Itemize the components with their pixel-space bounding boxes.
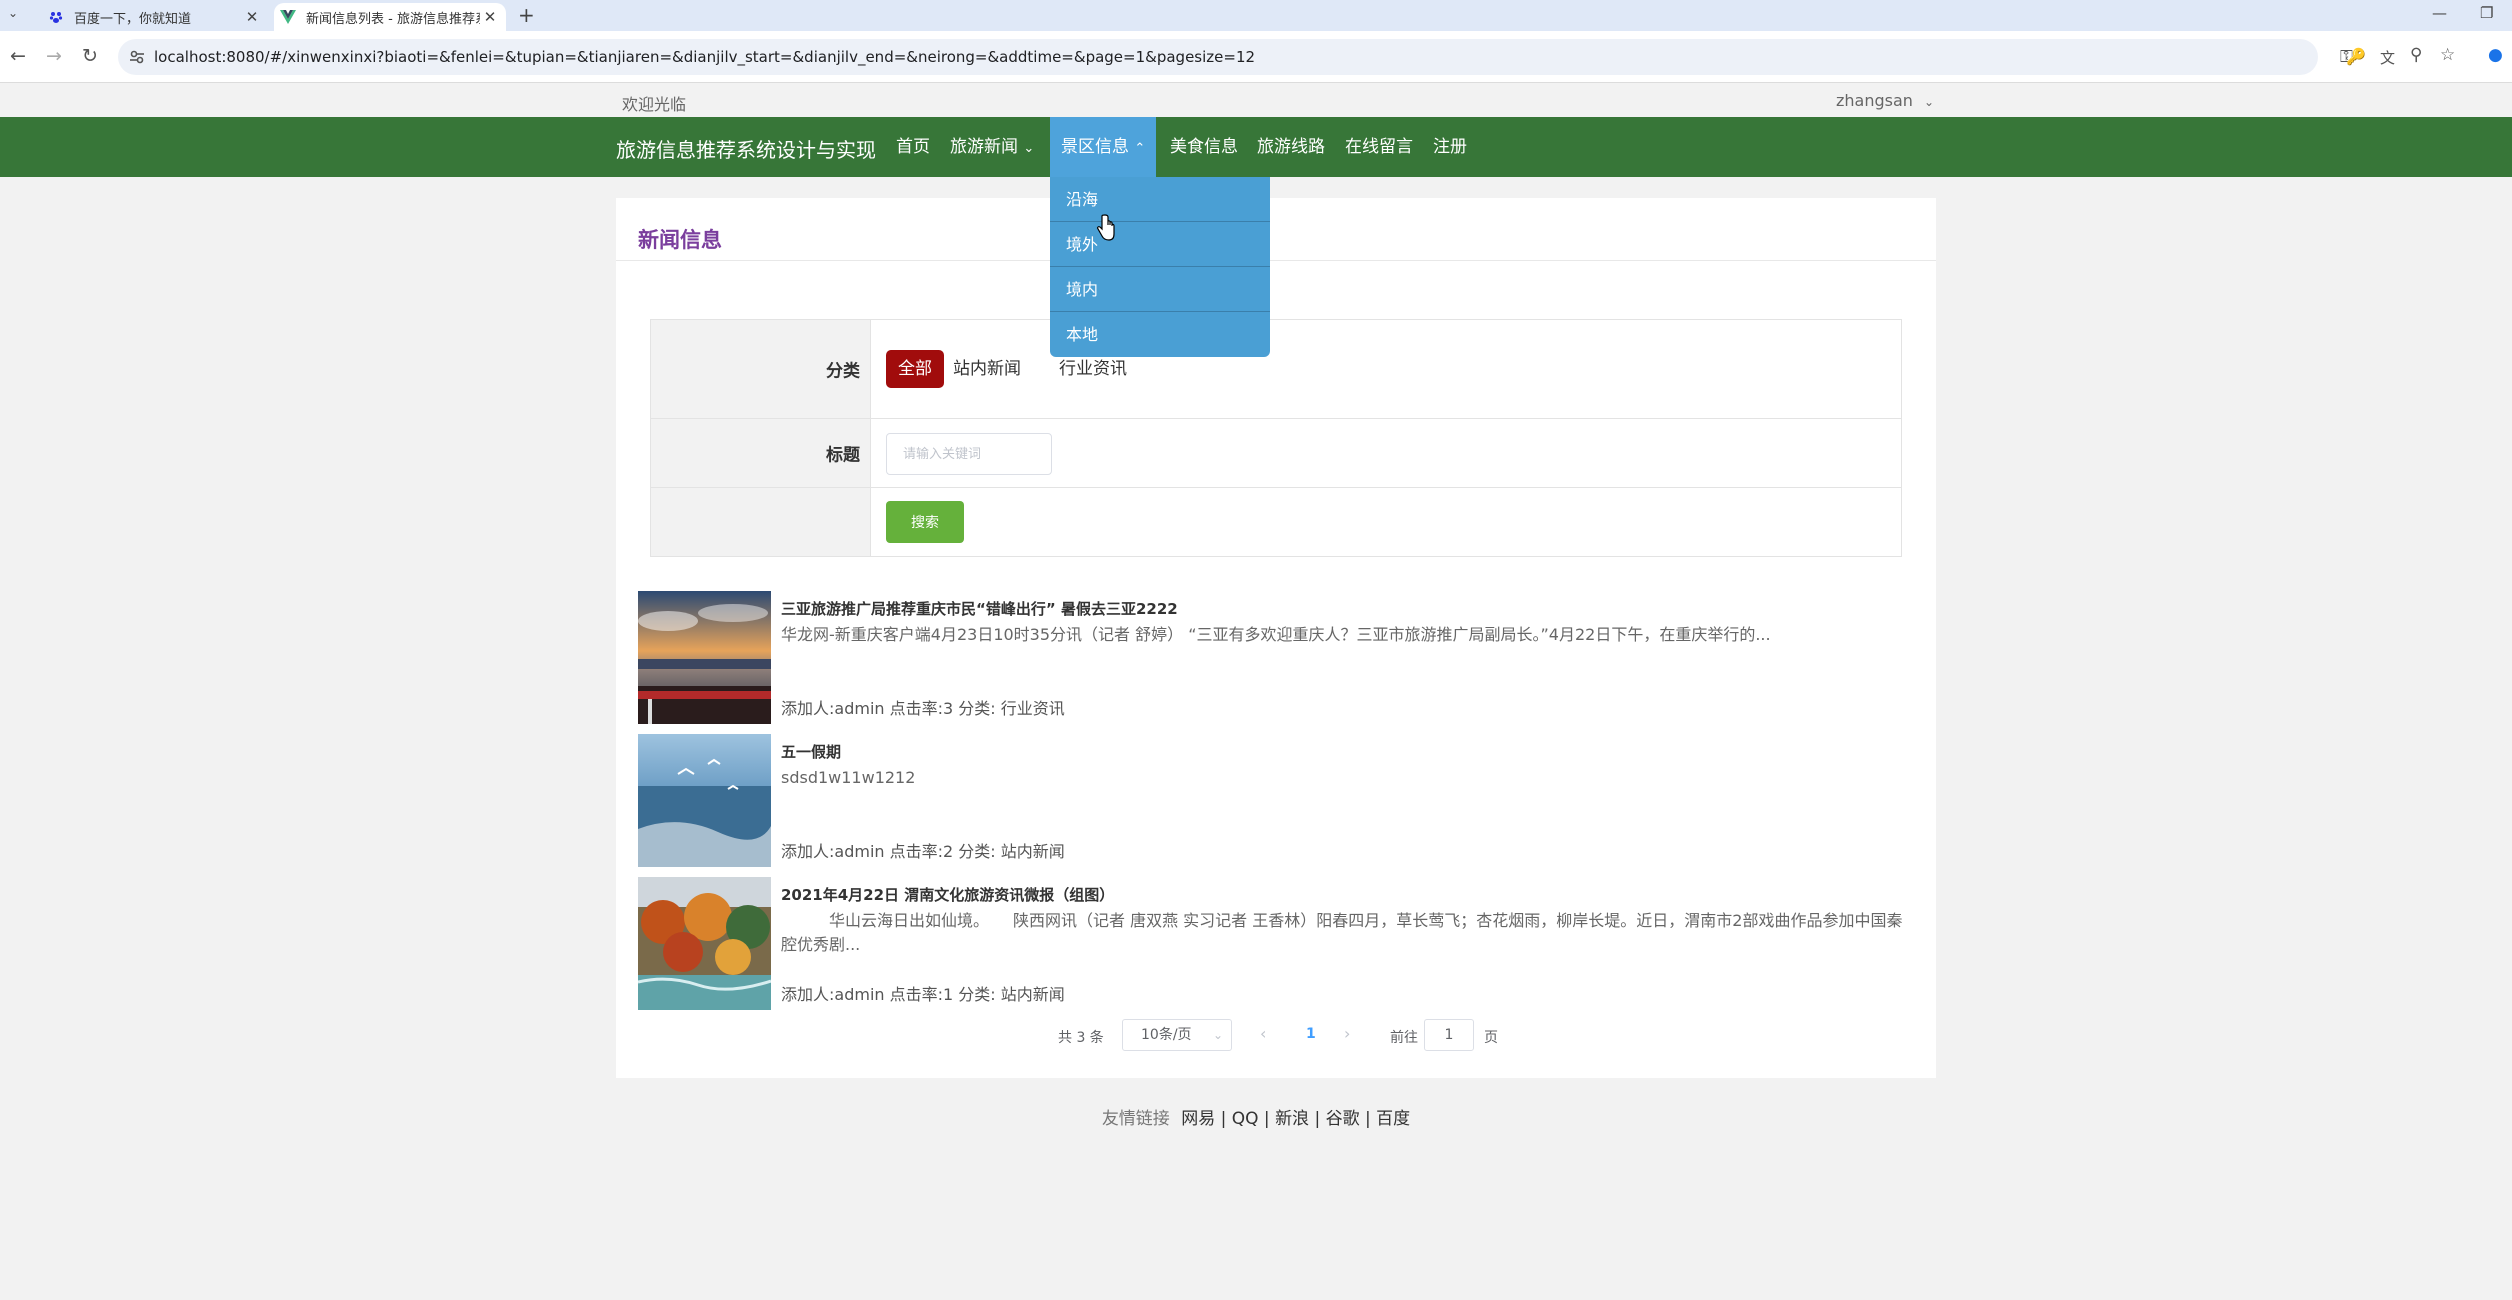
- search-row: 搜索: [651, 488, 1901, 556]
- baidu-paw-icon: [48, 9, 64, 25]
- nav-food-info[interactable]: 美食信息: [1170, 117, 1238, 177]
- category-site-news[interactable]: 站内新闻: [941, 350, 1033, 388]
- current-page[interactable]: 1: [1306, 1026, 1316, 1042]
- footer-link-qq[interactable]: QQ: [1232, 1109, 1259, 1129]
- news-panel: 新闻信息 分类 全部 站内新闻 行业资讯 标题 搜索: [616, 198, 1936, 1078]
- dropdown-item-overseas[interactable]: 境外: [1050, 222, 1270, 267]
- pagination-total: 共 3 条: [1058, 1030, 1104, 1046]
- page-size-value: 10条/页: [1141, 1027, 1192, 1043]
- chevron-down-icon: ⌄: [1212, 1028, 1223, 1042]
- pagination: 共 3 条 10条/页 ⌄ ‹ 1 › 前往 1 页: [616, 1019, 1936, 1051]
- site-top-strip: 欢迎光临 zhangsan ⌄: [0, 83, 2512, 117]
- reload-icon[interactable]: ↻: [82, 45, 98, 67]
- search-filter-table: 分类 全部 站内新闻 行业资讯 标题 搜索: [650, 319, 1902, 557]
- news-title[interactable]: 2021年4月22日 渭南文化旅游资讯微报（组图）: [781, 884, 1114, 905]
- url-text: localhost:8080/#/xinwenxinxi?biaoti=&fen…: [154, 48, 1256, 66]
- dropdown-item-domestic[interactable]: 境内: [1050, 267, 1270, 312]
- nav-scenic-info[interactable]: 景区信息 ⌃: [1050, 117, 1157, 177]
- nav-home[interactable]: 首页: [896, 117, 930, 177]
- news-thumbnail[interactable]: [638, 877, 771, 1010]
- nav-travel-news[interactable]: 旅游新闻 ⌄: [950, 117, 1034, 177]
- news-item[interactable]: 五一假期 sdsd1w11w1212 添加人:admin 点击率:2 分类: 站…: [638, 734, 1938, 867]
- tab-title: 百度一下，你就知道: [74, 11, 192, 27]
- footer-link-baidu[interactable]: 百度: [1376, 1109, 1410, 1129]
- hand-cursor-icon: [1096, 214, 1115, 241]
- username-label: zhangsan: [1836, 91, 1913, 110]
- news-summary: 华山云海日出如仙境。 陕西网讯（记者 唐双燕 实习记者 王香林）阳春四月，草长莺…: [781, 911, 1903, 954]
- restore-icon[interactable]: ❐: [2480, 4, 2493, 22]
- footer-link-google[interactable]: 谷歌: [1326, 1109, 1360, 1129]
- goto-label: 前往: [1390, 1030, 1418, 1046]
- news-item[interactable]: 三亚旅游推广局推荐重庆市民“错峰出行” 暑假去三亚2222 华龙网-新重庆客户端…: [638, 591, 1938, 724]
- empty-label-cell: [651, 488, 871, 556]
- new-tab-icon[interactable]: +: [518, 3, 535, 27]
- next-page-icon[interactable]: ›: [1344, 1024, 1350, 1043]
- site-brand[interactable]: 旅游信息推荐系统设计与实现: [616, 134, 876, 163]
- address-bar[interactable]: localhost:8080/#/xinwenxinxi?biaoti=&fen…: [118, 39, 2353, 75]
- news-thumbnail[interactable]: [638, 734, 771, 867]
- nav-online-message[interactable]: 在线留言: [1345, 117, 1413, 177]
- nav-travel-routes[interactable]: 旅游线路: [1257, 117, 1325, 177]
- title-label: 标题: [826, 445, 860, 466]
- dropdown-item-coastal[interactable]: 沿海: [1050, 177, 1270, 222]
- divider: [616, 260, 1936, 261]
- footer-label: 友情链接: [1101, 1109, 1170, 1129]
- tab-search-chevron-icon[interactable]: ⌄: [8, 6, 18, 20]
- chevron-down-icon: ⌄: [1023, 141, 1035, 156]
- search-button[interactable]: 搜索: [886, 501, 964, 543]
- category-row: 分类 全部 站内新闻 行业资讯: [651, 320, 1901, 419]
- nav-label: 景区信息: [1061, 137, 1129, 157]
- title-row: 标题: [651, 419, 1901, 488]
- bookmark-star-icon[interactable]: ☆: [2440, 45, 2455, 65]
- site-info-icon[interactable]: [128, 48, 146, 66]
- tab-title: 新闻信息列表 - 旅游信息推荐系: [306, 11, 480, 27]
- dropdown-item-local[interactable]: 本地: [1050, 312, 1270, 357]
- zoom-icon[interactable]: ⚲: [2410, 45, 2422, 65]
- news-meta: 添加人:admin 点击率:1 分类: 站内新闻: [781, 985, 1065, 1004]
- news-thumbnail[interactable]: [638, 591, 771, 724]
- browser-tab-news[interactable]: 新闻信息列表 - 旅游信息推荐系 ✕: [274, 3, 506, 31]
- tab-close-icon[interactable]: ✕: [242, 8, 262, 26]
- footer-link-sina[interactable]: 新浪: [1275, 1109, 1309, 1129]
- category-label: 分类: [826, 361, 860, 382]
- back-arrow-icon[interactable]: ←: [10, 45, 26, 67]
- forward-arrow-icon[interactable]: →: [46, 45, 62, 67]
- browser-toolbar: ← → ↻ localhost:8080/#/xinwenxinxi?biaot…: [0, 31, 2512, 83]
- welcome-text: 欢迎光临: [622, 95, 687, 114]
- panel-title: 新闻信息: [638, 228, 722, 252]
- news-meta: 添加人:admin 点击率:3 分类: 行业资讯: [781, 699, 1065, 718]
- nav-label: 旅游新闻: [950, 137, 1018, 157]
- tab-close-icon[interactable]: ✕: [480, 8, 500, 26]
- news-title[interactable]: 五一假期: [781, 741, 841, 762]
- translate-icon[interactable]: 文: [2380, 47, 2395, 68]
- browser-tab-baidu[interactable]: 百度一下，你就知道 ✕: [42, 3, 268, 31]
- key-icon[interactable]: 🔑: [2346, 47, 2366, 66]
- page-size-select[interactable]: 10条/页 ⌄: [1122, 1019, 1232, 1051]
- news-item[interactable]: 2021年4月22日 渭南文化旅游资讯微报（组图） 华山云海日出如仙境。 陕西网…: [638, 877, 1938, 1010]
- goto-page-input[interactable]: 1: [1424, 1019, 1474, 1051]
- page-unit-label: 页: [1484, 1030, 1498, 1046]
- category-label-cell: 分类: [651, 320, 871, 418]
- news-summary: 华龙网-新重庆客户端4月23日10时35分讯（记者 舒婷） “三亚有多欢迎重庆人…: [781, 625, 1771, 644]
- user-menu[interactable]: zhangsan ⌄: [1836, 91, 1934, 110]
- scenic-dropdown-menu: 沿海 境外 境内 本地: [1050, 177, 1270, 357]
- news-title[interactable]: 三亚旅游推广局推荐重庆市民“错峰出行” 暑假去三亚2222: [781, 598, 1178, 619]
- chevron-down-icon: ⌄: [1924, 95, 1935, 109]
- browser-tab-bar: ⌄ 百度一下，你就知道 ✕ 新闻信息列表 - 旅游信息推荐系 ✕ + — ❐: [0, 0, 2512, 31]
- news-meta: 添加人:admin 点击率:2 分类: 站内新闻: [781, 842, 1065, 861]
- title-label-cell: 标题: [651, 419, 871, 487]
- profile-icon[interactable]: ●: [2488, 45, 2503, 65]
- keyword-input[interactable]: [886, 433, 1052, 475]
- footer-links: 友情链接 网易 | QQ | 新浪 | 谷歌 | 百度: [1101, 1109, 1411, 1129]
- vue-logo-icon: [280, 9, 296, 25]
- footer-link-netease[interactable]: 网易: [1181, 1109, 1215, 1129]
- chevron-up-icon: ⌃: [1134, 141, 1146, 156]
- category-all[interactable]: 全部: [886, 350, 944, 388]
- nav-register[interactable]: 注册: [1433, 117, 1467, 177]
- prev-page-icon[interactable]: ‹: [1260, 1024, 1266, 1043]
- main-navigation: 旅游信息推荐系统设计与实现 首页 旅游新闻 ⌄ 景区信息 ⌃ 美食信息 旅游线路…: [0, 117, 2512, 177]
- minimize-icon[interactable]: —: [2432, 4, 2447, 22]
- news-summary: sdsd1w11w1212: [781, 768, 916, 787]
